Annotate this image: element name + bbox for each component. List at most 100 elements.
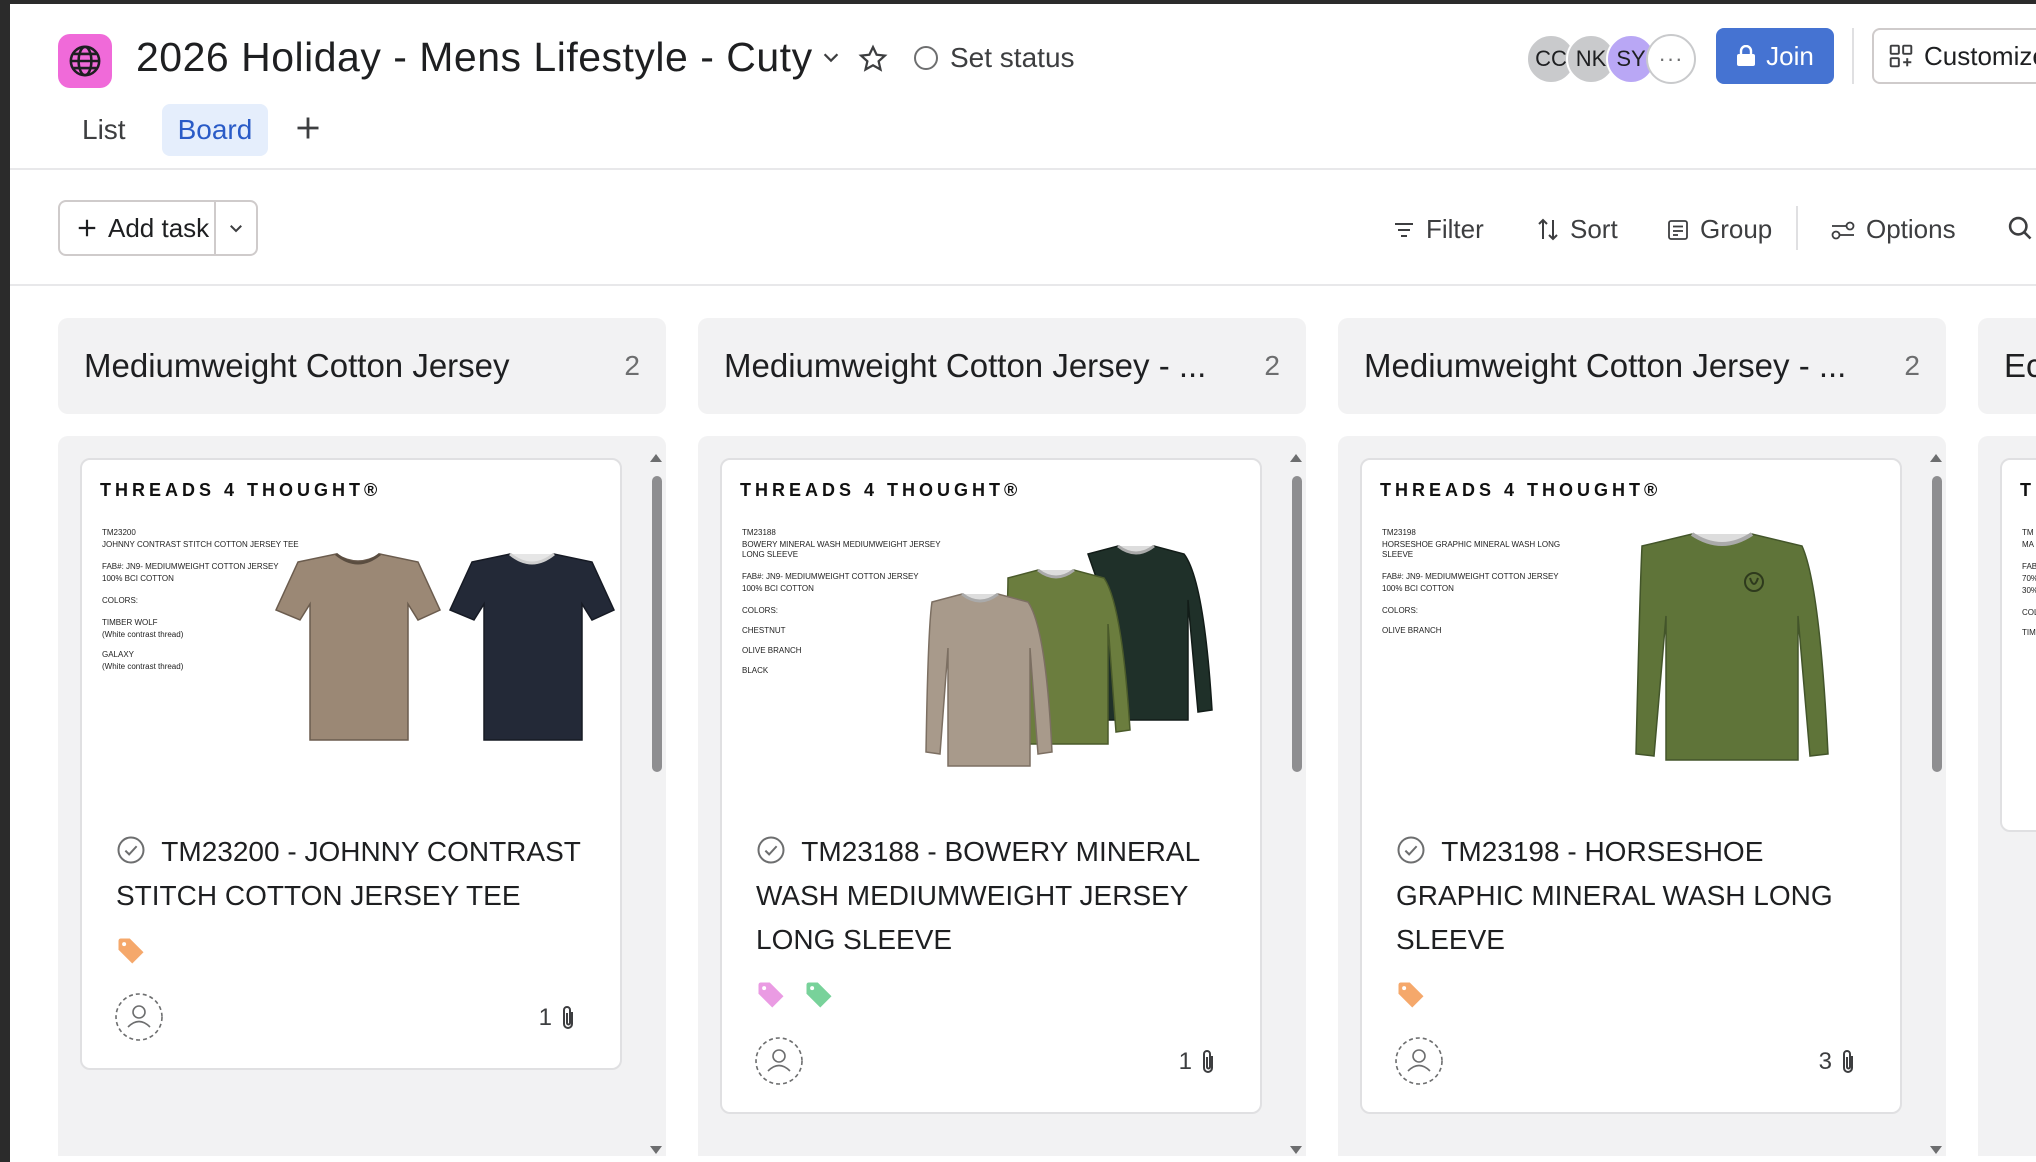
board-column: Mediumweight Cotton Jersey 2 THREADS 4 T… (58, 318, 666, 1156)
column-body: THREADS 4 THOUGHT® TM23200 JOHNNY CONTRA… (58, 436, 666, 1156)
column-scrollbar[interactable] (1290, 454, 1302, 1154)
attachment-count-label: 3 (1818, 1048, 1832, 1075)
column-header[interactable]: Mediumweight Cotton Jersey - ... 2 (1338, 318, 1946, 414)
long-sleeve-illustration (925, 544, 1213, 767)
search-button[interactable] (2006, 214, 2034, 242)
app-window: 2026 Holiday - Mens Lifestyle - Cuty Set… (10, 4, 2036, 1162)
card-footer: 1 (82, 978, 620, 1068)
options-button[interactable]: Options (1830, 214, 1956, 245)
task-card[interactable]: THREADS 4 THOUGHT® TM23198 HORSESHOE GRA… (1360, 458, 1902, 1114)
set-status-button[interactable]: Set status (914, 42, 1075, 74)
column-header[interactable]: Ec (1978, 318, 2036, 414)
add-tab-button[interactable] (294, 109, 322, 151)
scroll-up-arrow-icon[interactable] (650, 454, 662, 462)
tee-illustration (274, 552, 615, 741)
join-button[interactable]: Join (1716, 28, 1834, 84)
plus-icon (297, 117, 319, 139)
card-footer: 1 (722, 1022, 1260, 1112)
tag-icon[interactable] (804, 980, 834, 1010)
spec-line: TM23188 (742, 528, 776, 537)
sort-button[interactable]: Sort (1536, 214, 1618, 245)
task-title[interactable]: TM23198 - HORSESHOE GRAPHIC MINERAL WASH… (1362, 830, 1900, 962)
check-circle-icon[interactable] (756, 835, 786, 865)
add-task-split-button: Add task (58, 200, 258, 256)
tag-icon[interactable] (116, 936, 146, 966)
plus-icon (78, 219, 96, 237)
scrollbar-thumb[interactable] (1292, 476, 1302, 772)
tab-board[interactable]: Board (161, 104, 269, 156)
card-footer: 3 (1362, 1022, 1900, 1112)
chevron-down-icon[interactable] (820, 46, 842, 73)
divider (1852, 28, 1854, 84)
add-task-button[interactable]: Add task (60, 202, 216, 254)
customize-button[interactable]: Customize (1872, 28, 2036, 84)
column-count: 2 (1264, 350, 1280, 381)
options-label: Options (1866, 214, 1956, 244)
project-title[interactable]: 2026 Holiday - Mens Lifestyle - Cuty (136, 34, 813, 81)
group-button[interactable]: Group (1666, 214, 1772, 245)
member-avatars[interactable]: CC NK SY ··· (1526, 34, 1696, 84)
spec-line: 70% (2022, 574, 2036, 583)
chevron-down-icon (230, 225, 242, 233)
add-task-dropdown[interactable] (216, 202, 256, 254)
check-circle-icon[interactable] (1396, 835, 1426, 865)
card-cover-image: THREADS 4 THOUGHT® TM23198 HORSESHOE GRA… (1362, 460, 1900, 830)
attachment-count-label: 1 (538, 1004, 552, 1031)
project-globe-icon[interactable] (58, 34, 112, 88)
check-circle-icon[interactable] (116, 835, 146, 865)
paperclip-icon (1203, 1050, 1213, 1073)
board-column: Mediumweight Cotton Jersey - ... 2 THREA… (1338, 318, 1946, 1156)
board-column: Mediumweight Cotton Jersey - ... 2 THREA… (698, 318, 1306, 1156)
column-scrollbar[interactable] (650, 454, 662, 1154)
tag-row (1362, 962, 1900, 1022)
scroll-down-arrow-icon[interactable] (650, 1146, 662, 1154)
scrollbar-thumb[interactable] (652, 476, 662, 772)
tab-list[interactable]: List (66, 104, 142, 156)
customize-label: Customize (1924, 40, 2036, 71)
task-card[interactable]: THREADS 4 THOUGHT® TM23200 JOHNNY CONTRA… (80, 458, 622, 1070)
scroll-down-arrow-icon[interactable] (1930, 1146, 1942, 1154)
scroll-up-arrow-icon[interactable] (1290, 454, 1302, 462)
group-label: Group (1700, 214, 1773, 244)
spec-line: TM23200 (102, 528, 136, 537)
task-title-text: TM23198 - HORSESHOE GRAPHIC MINERAL WASH… (1396, 836, 1833, 955)
task-title[interactable]: TM23188 - BOWERY MINERAL WASH MEDIUMWEIG… (722, 830, 1260, 962)
column-header[interactable]: Mediumweight Cotton Jersey 2 (58, 318, 666, 414)
task-card[interactable]: THREADS 4 THOUGHT® TM23188 BOWERY MINERA… (720, 458, 1262, 1114)
set-status-label: Set status (950, 42, 1075, 73)
scroll-down-arrow-icon[interactable] (1290, 1146, 1302, 1154)
column-body: THREADS 4 THOUGHT® TM23188 BOWERY MINERA… (698, 436, 1306, 1156)
assignee-avatar-icon[interactable] (1394, 1036, 1444, 1086)
attachment-count[interactable]: 1 (1179, 1048, 1218, 1076)
filter-button[interactable]: Filter (1392, 214, 1484, 245)
status-circle-icon (914, 46, 938, 70)
star-icon[interactable] (858, 44, 888, 79)
paperclip-icon (1843, 1050, 1853, 1073)
task-title-text: TM23188 - BOWERY MINERAL WASH MEDIUMWEIG… (756, 836, 1200, 955)
column-header[interactable]: Mediumweight Cotton Jersey - ... 2 (698, 318, 1306, 414)
group-icon (1668, 219, 1688, 240)
card-cover-image: TI TM MA FAB 70% 30% COL TIME (2002, 460, 2036, 830)
task-title[interactable]: TM23200 - JOHNNY CONTRAST STITCH COTTON … (82, 830, 620, 918)
scroll-up-arrow-icon[interactable] (1930, 454, 1942, 462)
tag-icon[interactable] (756, 980, 786, 1010)
more-members-button[interactable]: ··· (1646, 34, 1696, 84)
spec-line: 100% BCI COTTON (1382, 584, 1454, 593)
tag-icon[interactable] (1396, 980, 1426, 1010)
assignee-avatar-icon[interactable] (114, 992, 164, 1042)
spec-line: COLORS: (1382, 606, 1419, 615)
task-card[interactable]: TI TM MA FAB 70% 30% COL TIME (2000, 458, 2036, 832)
attachment-count[interactable]: 3 (1819, 1048, 1858, 1076)
assignee-avatar-icon[interactable] (754, 1036, 804, 1086)
attachment-count[interactable]: 1 (539, 1004, 578, 1032)
scrollbar-thumb[interactable] (1932, 476, 1942, 772)
column-scrollbar[interactable] (1930, 454, 1942, 1154)
grid-icon (1889, 44, 1913, 68)
column-count: 2 (1904, 350, 1920, 381)
spec-line: 30% (2022, 586, 2036, 595)
column-count: 2 (624, 350, 640, 381)
tag-row (82, 918, 620, 978)
search-icon (2008, 216, 2032, 240)
spec-line: TM23198 (1382, 528, 1416, 537)
brand-logo: THREADS 4 THOUGHT® (740, 480, 1022, 500)
